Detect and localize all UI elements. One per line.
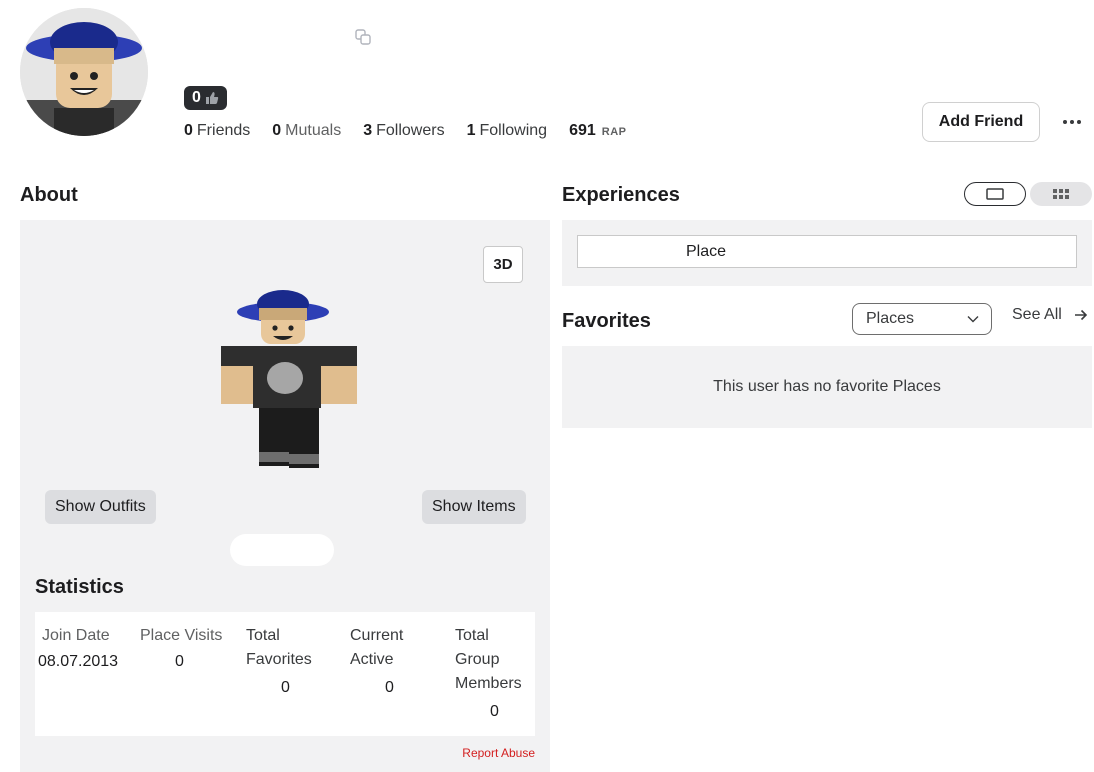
avatar-headshot [20, 8, 148, 136]
toggle-3d-button[interactable]: 3D [483, 246, 523, 283]
experiences-panel: Place [562, 220, 1092, 286]
grid-view-icon [1053, 189, 1069, 199]
add-friend-button[interactable]: Add Friend [922, 102, 1040, 142]
redacted-area [230, 534, 334, 566]
chevron-down-icon [967, 316, 979, 323]
experience-item[interactable]: Place [577, 235, 1077, 268]
rating-badge: 0 [184, 86, 227, 110]
favorites-panel: This user has no favorite Places [562, 346, 1092, 428]
about-title: About [20, 184, 78, 206]
list-view-toggle[interactable] [964, 182, 1026, 206]
join-date-label: Join Date [42, 627, 110, 644]
rating-value: 0 [192, 89, 201, 106]
thumbs-up-icon [205, 92, 219, 104]
mutuals-stat[interactable]: 0 Mutuals [272, 122, 341, 140]
total-favorites-label: Total Favorites [246, 627, 312, 668]
profile-stats: 0 Friends 0 Mutuals 3 Followers 1 Following … [184, 122, 649, 140]
avatar-3d-viewer[interactable] [215, 282, 365, 482]
join-date-value: 08.07.2013 [38, 653, 119, 670]
show-outfits-button[interactable]: Show Outfits [45, 490, 156, 524]
grid-view-toggle[interactable] [1030, 182, 1092, 206]
dropdown-selected-value: Places [866, 310, 915, 327]
current-active-label: Current Active [350, 627, 404, 668]
following-stat[interactable]: 1 Following [467, 122, 548, 140]
group-members-value: 0 [490, 703, 499, 720]
favorites-category-dropdown[interactable]: Places [852, 303, 992, 335]
more-options-button[interactable] [1058, 112, 1086, 132]
favorites-title: Favorites [562, 310, 651, 332]
arrow-right-icon [1074, 309, 1087, 321]
place-visits-label: Place Visits [140, 627, 223, 644]
favorites-empty-message: This user has no favorite Places [713, 378, 941, 395]
statistics-card: Join Date 08.07.2013 Place Visits 0 Tota… [35, 612, 535, 736]
copy-icon[interactable] [354, 28, 372, 46]
see-all-label: See All [1012, 306, 1062, 323]
see-all-link[interactable]: See All [1012, 306, 1088, 324]
friends-stat[interactable]: 0 Friends [184, 122, 250, 140]
report-abuse-link[interactable]: Report Abuse [462, 746, 535, 760]
total-favorites-value: 0 [281, 679, 290, 696]
group-members-label: Total Group Members [455, 627, 522, 692]
about-panel: 3D Show Outfits Show Items Statistics Jo… [20, 220, 550, 772]
current-active-value: 0 [385, 679, 394, 696]
show-items-button[interactable]: Show Items [422, 490, 526, 524]
more-horizontal-icon [1063, 120, 1081, 124]
experiences-title: Experiences [562, 184, 680, 206]
list-view-icon [986, 188, 1004, 200]
place-visits-value: 0 [175, 653, 184, 670]
followers-stat[interactable]: 3 Followers [363, 122, 444, 140]
rap-stat: 691 RAP [569, 122, 627, 139]
statistics-title: Statistics [35, 576, 124, 598]
